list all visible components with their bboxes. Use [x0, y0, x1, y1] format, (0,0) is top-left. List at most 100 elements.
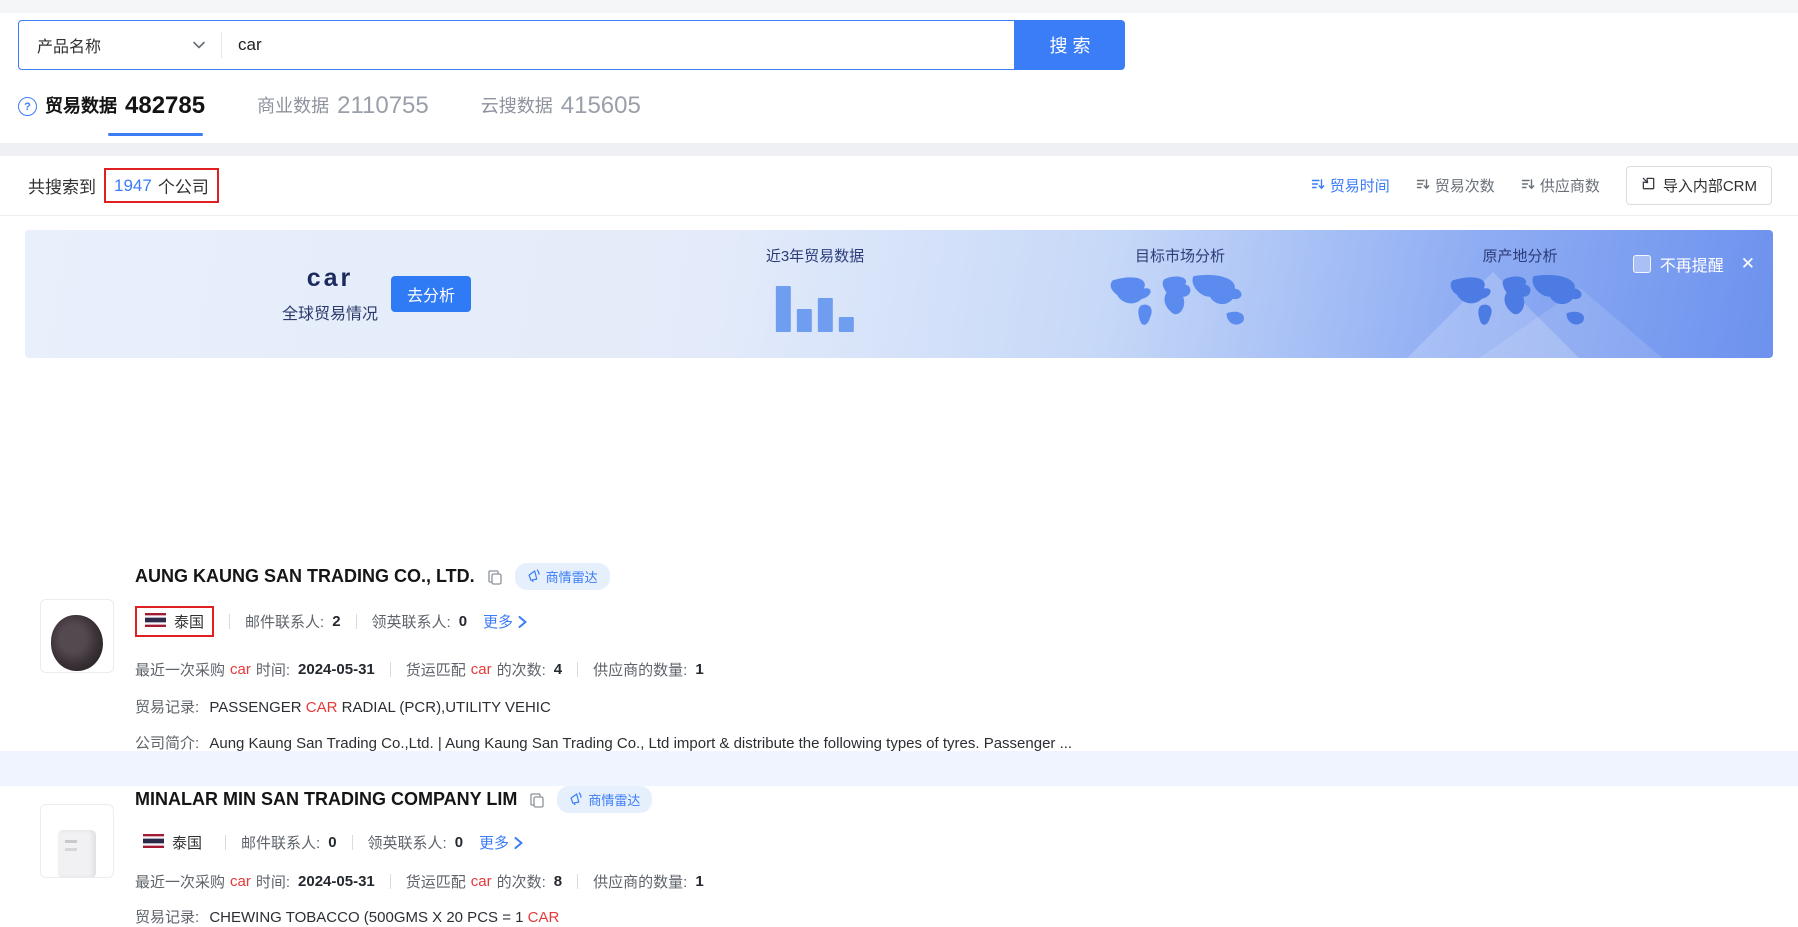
company-thumbnail[interactable] — [40, 804, 114, 878]
country-name: 泰国 — [174, 611, 204, 632]
active-tab-underline — [108, 133, 203, 136]
tab-label: 商业数据 — [257, 92, 329, 120]
divider — [577, 874, 578, 889]
business-radar-badge[interactable]: 商情雷达 — [557, 786, 652, 813]
results-toolbar: 贸易时间 贸易次数 供应商数 导入内部CRM — [1311, 166, 1772, 205]
divider — [225, 835, 226, 850]
trade-record-label: 贸易记录: — [135, 909, 199, 926]
company-profile-label: 公司简介: — [135, 735, 199, 752]
banner-section-origin: 原产地分析 — [1440, 245, 1600, 339]
banner-section-label: 目标市场分析 — [1135, 245, 1225, 266]
divider — [229, 614, 230, 629]
sort-by-supplier-count[interactable]: 供应商数 — [1521, 175, 1600, 196]
chevron-down-icon — [193, 36, 205, 54]
mini-bar-chart — [776, 274, 854, 332]
more-label: 更多 — [483, 611, 513, 632]
import-crm-button[interactable]: 导入内部CRM — [1626, 166, 1772, 205]
results-card: 共搜索到 1947 个公司 贸易时间 贸易次数 — [0, 156, 1798, 779]
banner-section-label: 原产地分析 — [1482, 245, 1557, 266]
close-icon[interactable]: ✕ — [1741, 254, 1755, 274]
keyword-highlight: car — [471, 873, 492, 890]
world-map-icon — [1100, 272, 1260, 339]
tab-label: 贸易数据 — [45, 92, 117, 120]
sort-label: 贸易次数 — [1435, 175, 1495, 196]
purchase-label-pre: 最近一次采购 — [135, 871, 225, 892]
sort-icon — [1416, 177, 1430, 195]
freight-count: 4 — [554, 661, 562, 678]
freight-label-pre: 货运匹配 — [406, 659, 466, 680]
email-contacts-label: 邮件联系人: — [245, 611, 324, 632]
badge-label: 商情雷达 — [588, 790, 640, 809]
search-input[interactable] — [222, 35, 1014, 55]
banner-dismiss: 不再提醒 ✕ — [1633, 252, 1755, 276]
supplier-count: 1 — [695, 873, 703, 890]
results-count: 1947 — [114, 176, 152, 196]
trade-record-value: CHEWING TOBACCO (500GMS X 20 PCS = 1 CAR — [209, 909, 559, 926]
copy-icon[interactable] — [487, 569, 503, 585]
search-category-label: 产品名称 — [37, 33, 101, 57]
badge-label: 商情雷达 — [546, 567, 598, 586]
tab-trade-data[interactable]: ? 贸易数据 482785 — [18, 92, 205, 120]
white-product-image — [58, 830, 96, 878]
trade-record-label: 贸易记录: — [135, 699, 199, 716]
tab-cloud-data[interactable]: 云搜数据 415605 — [481, 92, 641, 120]
sort-label: 供应商数 — [1540, 175, 1600, 196]
sort-icon — [1311, 177, 1325, 195]
search-category-select[interactable]: 产品名称 — [19, 33, 221, 57]
more-link[interactable]: 更多 — [479, 832, 523, 853]
keyword-highlight: car — [230, 661, 251, 678]
dont-remind-label[interactable]: 不再提醒 — [1660, 252, 1724, 276]
email-contacts-count: 2 — [332, 613, 340, 630]
purchase-date: 2024-05-31 — [298, 873, 375, 890]
sort-icon — [1521, 177, 1535, 195]
freight-label-pre: 货运匹配 — [406, 871, 466, 892]
banner-subtitle: 全球贸易情况 — [282, 300, 378, 324]
company-profile-text: Aung Kaung San Trading Co.,Ltd. | Aung K… — [209, 735, 1072, 752]
purchase-date: 2024-05-31 — [298, 661, 375, 678]
tire-product-image — [51, 615, 103, 671]
business-radar-badge[interactable]: 商情雷达 — [515, 563, 610, 590]
section-separator — [0, 143, 1798, 156]
divider — [390, 662, 391, 677]
tab-business-data[interactable]: 商业数据 2110755 — [257, 92, 429, 120]
copy-icon[interactable] — [529, 792, 545, 808]
results-header: 共搜索到 1947 个公司 贸易时间 贸易次数 — [0, 156, 1798, 215]
banner-keyword-block: car 全球贸易情况 — [260, 230, 400, 358]
search-button[interactable]: 搜 索 — [1015, 20, 1125, 70]
sort-by-trade-time[interactable]: 贸易时间 — [1311, 175, 1390, 196]
more-link[interactable]: 更多 — [483, 611, 527, 632]
banner-section-label: 近3年贸易数据 — [766, 245, 864, 266]
help-icon[interactable]: ? — [18, 97, 37, 116]
banner-section-trade-bars: 近3年贸易数据 — [766, 245, 864, 332]
banner-section-target-market: 目标市场分析 — [1100, 245, 1260, 339]
country-name: 泰国 — [172, 832, 202, 853]
freight-label-post: 的次数: — [497, 659, 546, 680]
banner-keyword: car — [307, 264, 354, 293]
top-strip — [0, 0, 1798, 13]
results-prefix: 共搜索到 — [28, 173, 96, 198]
company-result-row: MINALAR MIN SAN TRADING COMPANY LIM 商情雷达 — [0, 751, 1798, 786]
keyword-highlight: CAR — [306, 699, 338, 716]
purchase-label-post: 时间: — [256, 659, 290, 680]
world-map-icon — [1440, 272, 1600, 339]
results-suffix: 个公司 — [158, 173, 209, 198]
country-highlight-box: 泰国 — [135, 606, 214, 637]
tab-count: 2110755 — [337, 92, 429, 120]
thailand-flag-icon — [145, 613, 166, 631]
linkedin-contacts-count: 0 — [455, 834, 463, 851]
more-label: 更多 — [479, 832, 509, 853]
linkedin-contacts-label: 领英联系人: — [372, 611, 451, 632]
keyword-highlight: car — [230, 873, 251, 890]
tab-count: 415605 — [561, 92, 641, 120]
radar-icon — [527, 569, 540, 585]
sort-by-trade-count[interactable]: 贸易次数 — [1416, 175, 1495, 196]
company-name-link[interactable]: MINALAR MIN SAN TRADING COMPANY LIM — [135, 789, 517, 810]
keyword-highlight: car — [471, 661, 492, 678]
data-tabs: ? 贸易数据 482785 商业数据 2110755 云搜数据 415605 — [18, 92, 641, 120]
company-name-link[interactable]: AUNG KAUNG SAN TRADING CO., LTD. — [135, 566, 475, 587]
search-bar: 产品名称 — [18, 20, 1015, 70]
dont-remind-checkbox[interactable] — [1633, 255, 1651, 273]
results-count-text: 共搜索到 1947 个公司 — [28, 168, 219, 203]
company-thumbnail[interactable] — [40, 599, 114, 673]
analyze-button[interactable]: 去分析 — [391, 276, 471, 312]
